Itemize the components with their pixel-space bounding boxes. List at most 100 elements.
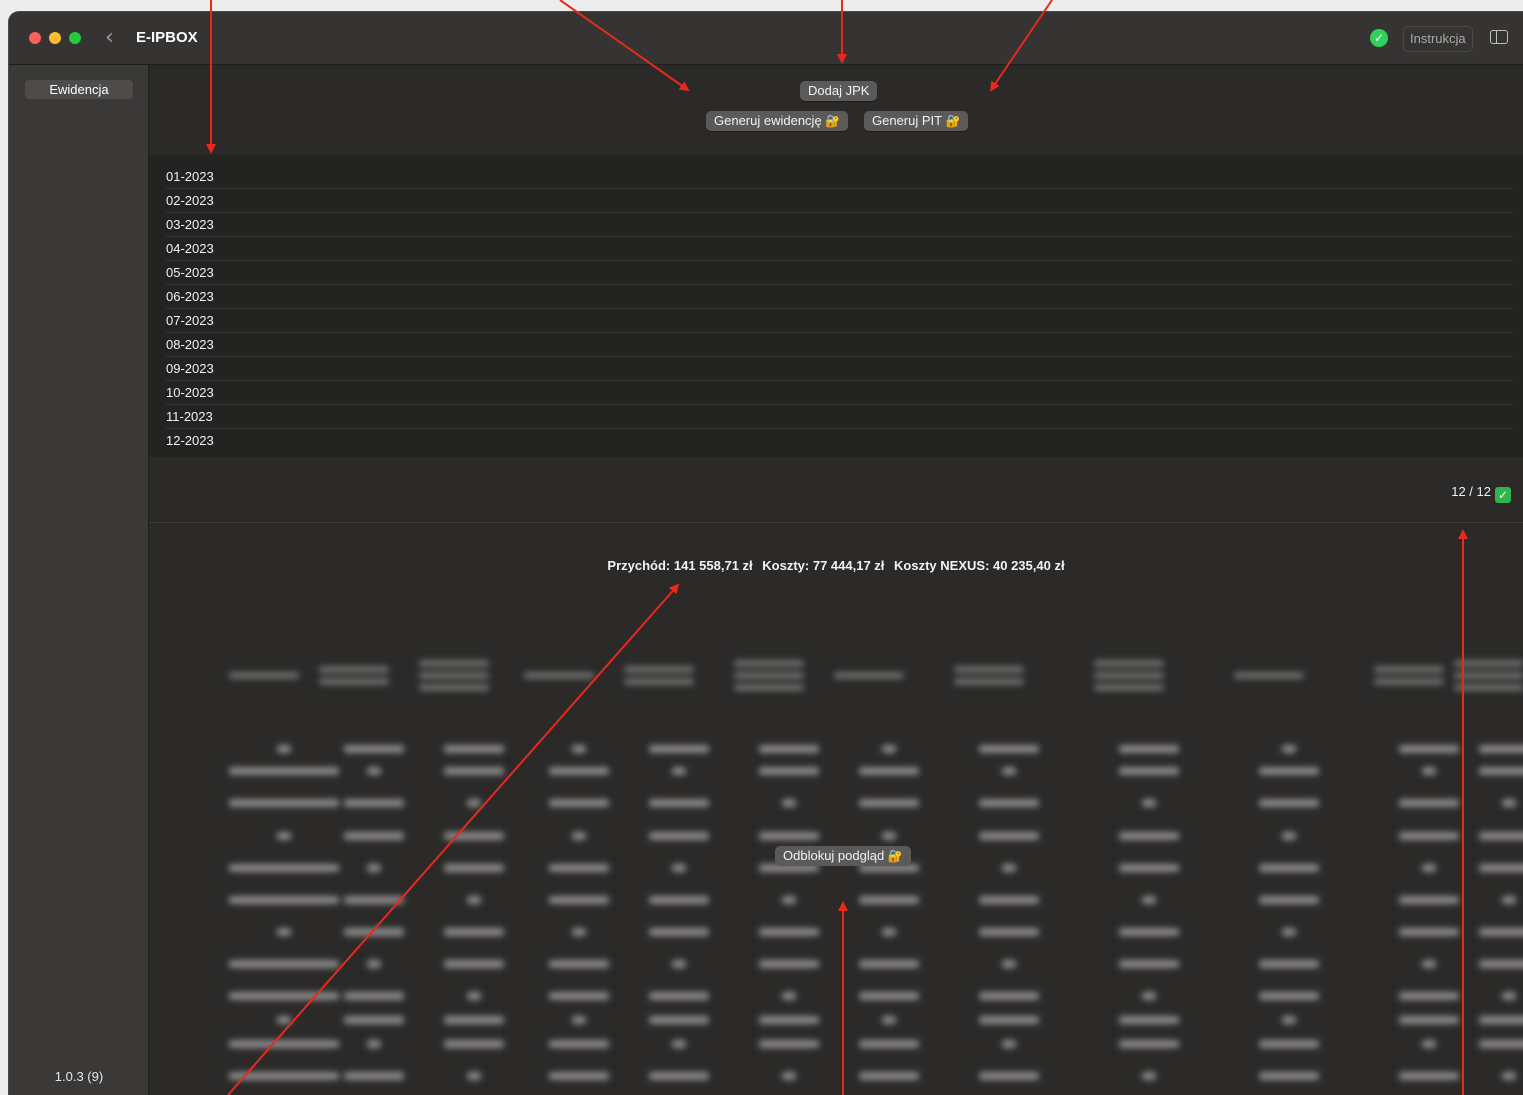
costs-total: Koszty: 77 444,17 zł (762, 558, 885, 573)
table-cell-placeholder (1002, 767, 1016, 775)
actions-area: Dodaj JPK Generuj ewidencję 🔐 Generuj PI… (149, 65, 1523, 155)
table-cell-placeholder (1259, 1072, 1319, 1080)
table-cell-placeholder (344, 928, 404, 936)
table-cell-placeholder (672, 864, 686, 872)
generate-register-label: Generuj ewidencję (714, 113, 822, 128)
table-cell-placeholder (549, 799, 609, 807)
app-window: ‹ E-IPBOX ✓ Instrukcja Ewidencja 1.0.3 (… (8, 11, 1523, 1095)
table-cell-placeholder (782, 1072, 796, 1080)
minimize-window-button[interactable] (49, 32, 61, 44)
unlock-preview-button[interactable]: Odblokuj podgląd 🔐 (775, 846, 911, 866)
table-header-placeholder (314, 630, 394, 720)
table-cell-placeholder (229, 896, 339, 904)
list-item[interactable]: 06-2023 (166, 285, 1513, 309)
table-cell-placeholder (549, 767, 609, 775)
add-jpk-button[interactable]: Dodaj JPK (800, 81, 878, 101)
list-item[interactable]: 11-2023 (166, 405, 1513, 429)
zoom-window-button[interactable] (69, 32, 81, 44)
instructions-button[interactable]: Instrukcja (1403, 26, 1473, 52)
table-cell-placeholder (1119, 1040, 1179, 1048)
unlock-preview-label: Odblokuj podgląd (783, 848, 885, 863)
sidebar-toggle-icon[interactable] (1490, 30, 1508, 44)
table-cell-placeholder (1399, 992, 1459, 1000)
table-cell-placeholder (649, 1072, 709, 1080)
list-item[interactable]: 01-2023 (166, 165, 1513, 189)
list-item[interactable]: 07-2023 (166, 309, 1513, 333)
table-cell-placeholder (782, 799, 796, 807)
table-cell-placeholder (649, 896, 709, 904)
table-cell-placeholder (1002, 960, 1016, 968)
table-cell-placeholder (882, 928, 896, 936)
table-cell-placeholder (277, 1016, 291, 1024)
table-cell-placeholder (344, 1072, 404, 1080)
table-cell-placeholder (229, 767, 339, 775)
list-item[interactable]: 02-2023 (166, 189, 1513, 213)
version-label: 1.0.3 (9) (54, 1069, 104, 1084)
table-cell-placeholder (782, 896, 796, 904)
table-header-placeholder (829, 630, 909, 720)
table-cell-placeholder (467, 896, 481, 904)
list-item[interactable]: 08-2023 (166, 333, 1513, 357)
table-cell-placeholder (1399, 896, 1459, 904)
table-cell-placeholder (444, 960, 504, 968)
table-cell-placeholder (549, 896, 609, 904)
table-cell-placeholder (1479, 1016, 1523, 1024)
table-cell-placeholder (277, 832, 291, 840)
list-item[interactable]: 12-2023 (166, 429, 1513, 453)
table-cell-placeholder (572, 745, 586, 753)
table-cell-placeholder (1119, 960, 1179, 968)
table-cell-placeholder (1119, 864, 1179, 872)
table-cell-placeholder (229, 1072, 339, 1080)
table-cell-placeholder (1479, 767, 1523, 775)
table-cell-placeholder (1142, 799, 1156, 807)
add-jpk-label: Dodaj JPK (808, 83, 870, 98)
table-cell-placeholder (229, 799, 339, 807)
table-cell-placeholder (1259, 896, 1319, 904)
progress-area: 12 / 12 ✓ (149, 457, 1523, 523)
table-cell-placeholder (572, 928, 586, 936)
table-cell-placeholder (229, 1040, 339, 1048)
list-item[interactable]: 09-2023 (166, 357, 1513, 381)
list-item[interactable]: 03-2023 (166, 213, 1513, 237)
list-item[interactable]: 10-2023 (166, 381, 1513, 405)
table-cell-placeholder (649, 745, 709, 753)
table-cell-placeholder (1502, 799, 1516, 807)
list-item[interactable]: 04-2023 (166, 237, 1513, 261)
sidebar-item-ewidencja[interactable]: Ewidencja (25, 80, 133, 99)
table-cell-placeholder (277, 928, 291, 936)
table-cell-placeholder (367, 960, 381, 968)
table-cell-placeholder (549, 960, 609, 968)
list-item[interactable]: 05-2023 (166, 261, 1513, 285)
table-cell-placeholder (467, 992, 481, 1000)
sidebar: Ewidencja 1.0.3 (9) (9, 65, 149, 1095)
table-cell-placeholder (367, 864, 381, 872)
table-cell-placeholder (759, 928, 819, 936)
generate-pit-label: Generuj PIT (872, 113, 942, 128)
table-cell-placeholder (882, 745, 896, 753)
chevron-left-icon[interactable]: ‹ (105, 26, 114, 50)
table-header-placeholder (414, 630, 494, 720)
table-cell-placeholder (672, 960, 686, 968)
table-cell-placeholder (649, 928, 709, 936)
table-cell-placeholder (759, 832, 819, 840)
table-cell-placeholder (979, 896, 1039, 904)
lock-icon: 🔐 (825, 114, 841, 128)
table-cell-placeholder (859, 799, 919, 807)
table-cell-placeholder (1282, 832, 1296, 840)
table-cell-placeholder (1422, 767, 1436, 775)
table-cell-placeholder (572, 1016, 586, 1024)
close-window-button[interactable] (29, 32, 41, 44)
table-cell-placeholder (344, 832, 404, 840)
table-cell-placeholder (782, 992, 796, 1000)
generate-register-button[interactable]: Generuj ewidencję 🔐 (706, 111, 849, 131)
table-cell-placeholder (1142, 992, 1156, 1000)
table-cell-placeholder (672, 1040, 686, 1048)
generate-pit-button[interactable]: Generuj PIT 🔐 (864, 111, 969, 131)
table-header-placeholder (1089, 630, 1169, 720)
table-cell-placeholder (859, 1072, 919, 1080)
table-cell-placeholder (1002, 1040, 1016, 1048)
table-cell-placeholder (444, 928, 504, 936)
table-cell-placeholder (1479, 745, 1523, 753)
table-cell-placeholder (1479, 960, 1523, 968)
table-header-placeholder (619, 630, 699, 720)
